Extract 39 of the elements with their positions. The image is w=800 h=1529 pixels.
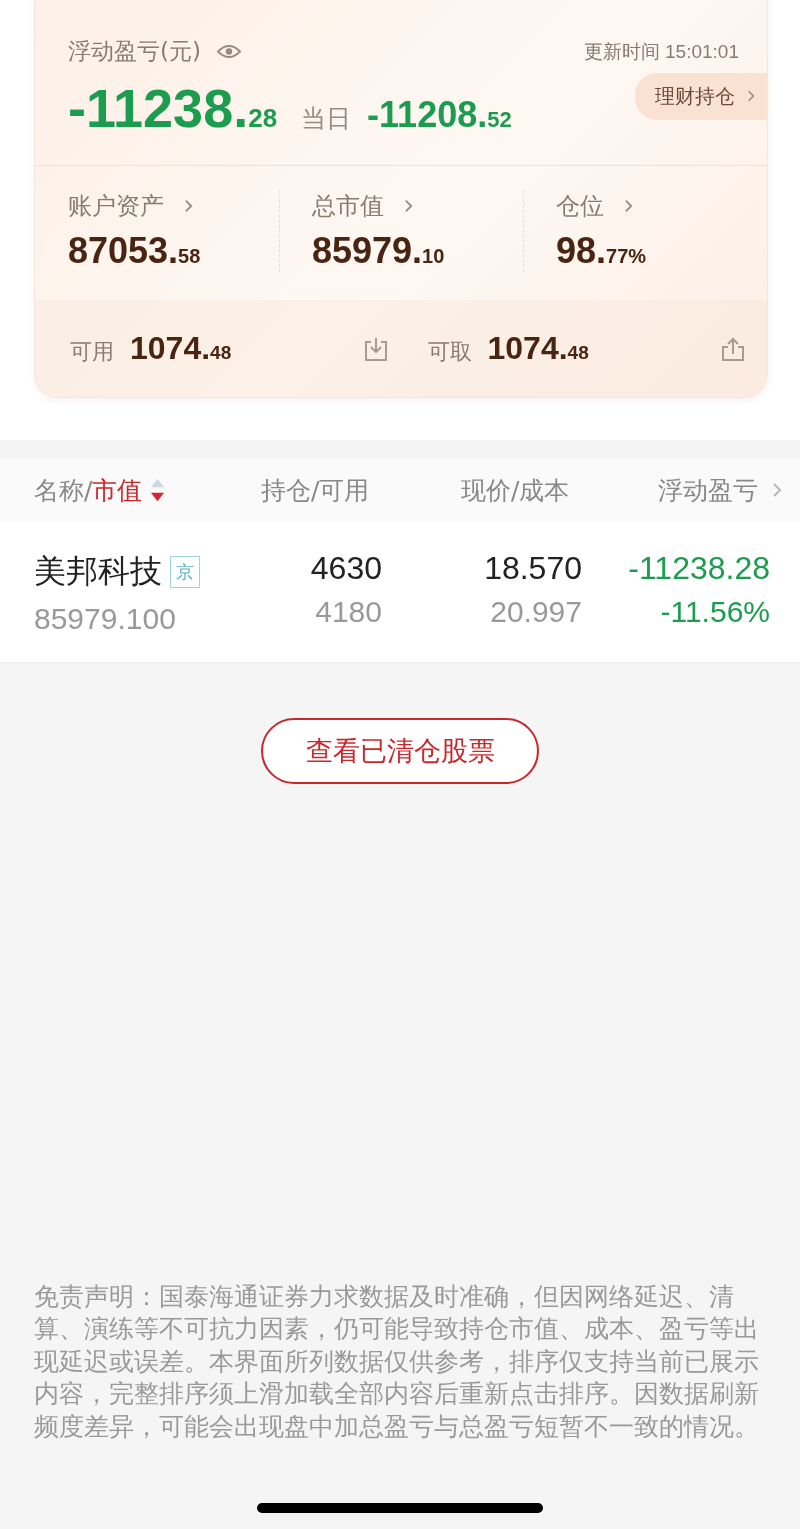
column-header[interactable]: 浮动盈亏	[658, 473, 758, 507]
market-value: 85979.100	[34, 602, 177, 636]
column-header[interactable]: 市值	[92, 473, 143, 507]
cleared-stocks-button[interactable]: 查看已清仓股票	[261, 718, 539, 784]
fund-value: 1074.48	[130, 330, 232, 367]
stock-name: 美邦科技	[34, 551, 162, 592]
pl-percent: -11.56%	[660, 595, 770, 629]
chevron-right-icon	[624, 198, 633, 214]
exchange-tag: 京	[170, 556, 200, 588]
today-label: 当日	[301, 103, 352, 135]
available-value: 4180	[315, 595, 382, 629]
sort-icon[interactable]	[150, 477, 166, 503]
stat-link[interactable]: 账户资产	[68, 190, 193, 222]
cost-value: 20.997	[490, 595, 582, 629]
fund-value: 1074.48	[487, 330, 589, 367]
stat-link[interactable]: 仓位	[556, 190, 633, 222]
chevron-right-icon	[747, 89, 755, 103]
title-label: 浮动盈亏(元)	[68, 37, 201, 66]
fund-label: 可用	[70, 338, 114, 366]
chevron-right-icon	[404, 198, 413, 214]
chevron-right-icon[interactable]	[772, 482, 782, 498]
price-value: 18.570	[484, 550, 582, 587]
today-pl-value: -11208.52	[367, 94, 512, 136]
fund-label: 可取	[427, 338, 472, 366]
column-header[interactable]: 持仓/可用	[261, 473, 370, 507]
wealth-holdings-button[interactable]: 理财持仓	[635, 72, 767, 120]
column-header[interactable]: 名称/	[34, 473, 93, 507]
pl-value: -11238.28	[628, 550, 770, 587]
column-header[interactable]: 现价/成本	[461, 473, 570, 507]
stat-link[interactable]: 总市值	[312, 190, 413, 222]
stat-value: 98.77%	[556, 230, 648, 272]
update-time: 更新时间 15:01:01	[583, 39, 739, 64]
stat-value: 87053.58	[68, 230, 202, 272]
stat-value: 85979.10	[312, 230, 446, 272]
disclaimer-text: 免责声明：国泰海通证券力求数据及时准确，但因网络延迟、清算、演练等不可抗力因素，仍可能导致持仓市值、成本、盈亏等出现延迟或误差。本界面所列数据仅供参考，排序仅支持当前已展示内容，完整排序须上滑加载全部内容后重新点击排序。因数据刷新频度差异，可能会出现盘中加总盈亏与总盈亏短暂不一致的情况。	[34, 1280, 760, 1443]
position-value: 4630	[310, 550, 382, 587]
eye-icon[interactable]	[216, 43, 241, 60]
total-pl-value: -11238.28	[68, 77, 278, 139]
chevron-right-icon	[184, 198, 193, 214]
